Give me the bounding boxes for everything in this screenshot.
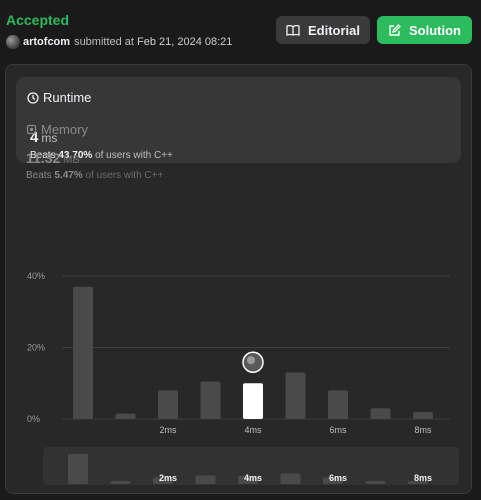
chart-bar[interactable] [200, 381, 221, 419]
overview-bar [195, 475, 216, 484]
y-tick-label: 20% [27, 343, 45, 353]
overview-tick-label: 2ms [159, 473, 177, 483]
chart-bar[interactable] [413, 411, 433, 419]
chart-bar[interactable] [285, 372, 306, 419]
overview-tick-label: 4ms [244, 473, 262, 483]
overview-tick-label: 8ms [414, 473, 432, 483]
chart-bar[interactable] [73, 286, 93, 419]
y-tick-label: 0% [27, 414, 40, 424]
overview-tick-label: 6ms [329, 473, 347, 483]
y-tick-label: 40% [27, 271, 45, 281]
chart-bar[interactable] [158, 390, 178, 419]
overview-bar [68, 454, 88, 484]
overview-bar [110, 481, 131, 484]
chart-bar[interactable] [328, 390, 348, 419]
x-tick-label: 8ms [414, 425, 432, 435]
chart-bar-selected[interactable] [243, 383, 263, 419]
x-tick-label: 6ms [329, 425, 347, 435]
chart-bar[interactable] [115, 413, 136, 419]
runtime-distribution-chart[interactable]: 40% 20% 0% 2ms 4ms 6ms 8ms 2ms 4ms 6ms 8ms [0, 0, 481, 500]
x-tick-label: 2ms [159, 425, 177, 435]
x-tick-label: 4ms [244, 425, 262, 435]
overview-bar [365, 481, 386, 484]
chart-bar[interactable] [370, 408, 391, 419]
overview-bar [280, 473, 301, 484]
avatar-detail [247, 356, 255, 365]
